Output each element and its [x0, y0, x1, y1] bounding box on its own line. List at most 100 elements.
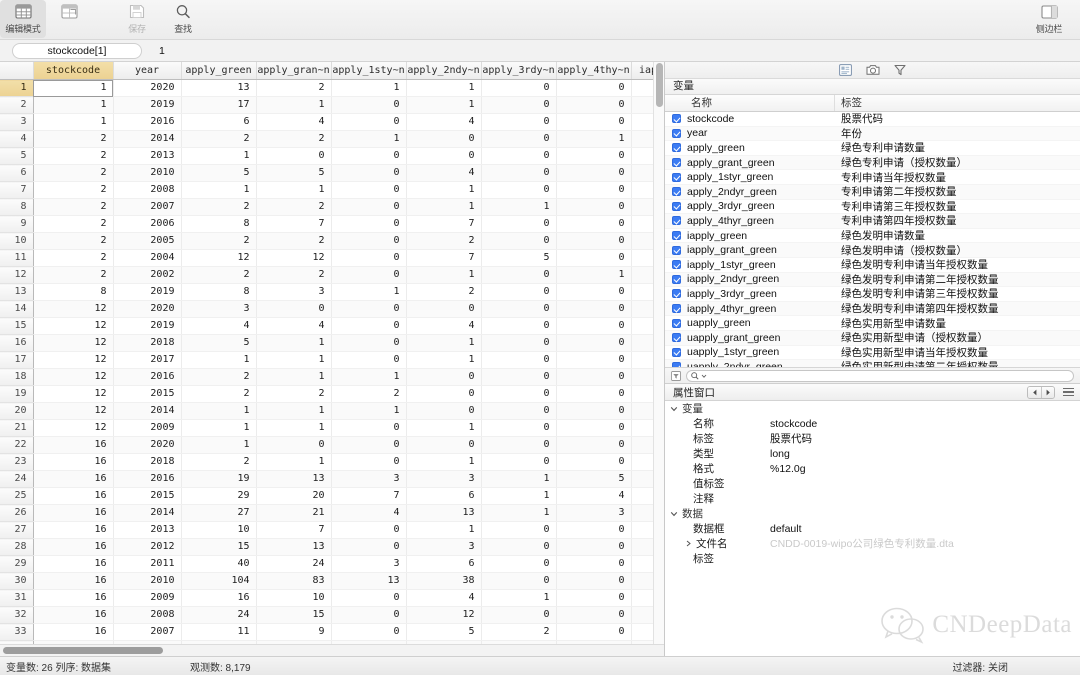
grid-cell[interactable]: 0: [406, 368, 482, 386]
grid-cell[interactable]: 1: [481, 470, 557, 488]
grid-cell[interactable]: 4: [181, 317, 257, 335]
grid-cell[interactable]: 0: [331, 249, 407, 267]
grid-cell[interactable]: 1: [331, 402, 407, 420]
grid-cell[interactable]: 2: [256, 232, 332, 250]
grid-cell[interactable]: 1: [181, 351, 257, 369]
grid-cell[interactable]: 0: [331, 300, 407, 318]
grid-cell[interactable]: 16: [33, 504, 114, 522]
grid-cell[interactable]: 9: [256, 623, 332, 641]
grid-cell[interactable]: 6: [406, 487, 482, 505]
grid-cell[interactable]: 13: [181, 79, 257, 97]
grid-corner-header[interactable]: [0, 62, 34, 80]
sidebar-toggle-button[interactable]: 侧边栏: [1026, 0, 1072, 38]
grid-cell[interactable]: 0: [481, 181, 557, 199]
grid-cell[interactable]: 2010: [113, 572, 182, 590]
grid-row-header[interactable]: 14: [0, 300, 34, 318]
grid-row-header[interactable]: 5: [0, 147, 34, 165]
property-row[interactable]: 数据框 default: [665, 521, 1080, 536]
grid-cell[interactable]: 0: [481, 402, 557, 420]
grid-cell[interactable]: 0: [556, 113, 632, 131]
grid-cell[interactable]: 0: [556, 606, 632, 624]
variable-checkbox[interactable]: [665, 347, 687, 357]
grid-cell[interactable]: 12: [33, 351, 114, 369]
variable-checkbox[interactable]: [665, 128, 687, 138]
grid-cell[interactable]: 1: [406, 351, 482, 369]
grid-row-header[interactable]: 31: [0, 589, 34, 607]
grid-cell[interactable]: 0: [256, 147, 332, 165]
grid-cell[interactable]: 4: [406, 589, 482, 607]
grid-cell[interactable]: 2016: [113, 368, 182, 386]
variable-list-item[interactable]: apply_4thyr_green 专利申请第四年授权数量: [665, 214, 1080, 229]
grid-cell[interactable]: 0: [331, 215, 407, 233]
grid-cell[interactable]: 17: [181, 96, 257, 114]
grid-cell[interactable]: 7: [406, 215, 482, 233]
grid-cell[interactable]: 2: [256, 198, 332, 216]
grid-cell[interactable]: 16: [33, 606, 114, 624]
grid-cell[interactable]: 0: [556, 249, 632, 267]
grid-cell[interactable]: 2: [181, 198, 257, 216]
property-row[interactable]: 格式 %12.0g: [665, 461, 1080, 476]
grid-column-header[interactable]: apply_1sty~n: [331, 62, 407, 80]
table-row[interactable]: 8 2 2007 2 2 0 1 1 0: [0, 198, 664, 216]
grid-cell[interactable]: 1: [331, 368, 407, 386]
variable-checkbox[interactable]: [665, 114, 687, 124]
edit-mode-button[interactable]: 编辑模式: [0, 0, 46, 38]
grid-cell[interactable]: 2011: [113, 555, 182, 573]
grid-cell[interactable]: 11: [181, 623, 257, 641]
grid-cell[interactable]: 2020: [113, 436, 182, 454]
grid-cell[interactable]: 0: [556, 215, 632, 233]
grid-cell[interactable]: 0: [331, 606, 407, 624]
grid-cell[interactable]: 2: [33, 249, 114, 267]
grid-cell[interactable]: 2: [256, 130, 332, 148]
grid-row-header[interactable]: 32: [0, 606, 34, 624]
grid-cell[interactable]: 0: [556, 436, 632, 454]
grid-cell[interactable]: 13: [256, 538, 332, 556]
grid-cell[interactable]: 3: [331, 555, 407, 573]
table-row[interactable]: 22 16 2020 1 0 0 0 0 0: [0, 436, 664, 454]
grid-cell[interactable]: 0: [556, 453, 632, 471]
grid-column-header[interactable]: year: [113, 62, 182, 80]
grid-row-header[interactable]: 23: [0, 453, 34, 471]
grid-cell[interactable]: 2020: [113, 300, 182, 318]
grid-row-header[interactable]: 9: [0, 215, 34, 233]
variable-list-item[interactable]: stockcode 股票代码: [665, 112, 1080, 127]
variable-list-item[interactable]: uapply_1styr_green 绿色实用新型申请当年授权数量: [665, 346, 1080, 361]
grid-cell[interactable]: 0: [481, 351, 557, 369]
grid-cell[interactable]: 2: [481, 623, 557, 641]
grid-cell[interactable]: 2006: [113, 215, 182, 233]
grid-cell[interactable]: 0: [406, 130, 482, 148]
grid-cell[interactable]: 2002: [113, 266, 182, 284]
grid-cell[interactable]: 0: [556, 572, 632, 590]
grid-cell[interactable]: 12: [33, 334, 114, 352]
grid-row-header[interactable]: 6: [0, 164, 34, 182]
grid-cell[interactable]: 1: [256, 351, 332, 369]
grid-cell[interactable]: 3: [181, 300, 257, 318]
grid-cell[interactable]: 2013: [113, 147, 182, 165]
grid-cell[interactable]: 2019: [113, 283, 182, 301]
table-row[interactable]: 29 16 2011 40 24 3 6 0 0: [0, 555, 664, 573]
grid-cell[interactable]: 0: [481, 572, 557, 590]
table-row[interactable]: 11 2 2004 12 12 0 7 5 0: [0, 249, 664, 267]
grid-cell[interactable]: 6: [406, 555, 482, 573]
grid-cell[interactable]: 16: [33, 623, 114, 641]
variable-checkbox[interactable]: [665, 201, 687, 211]
grid-row-header[interactable]: 26: [0, 504, 34, 522]
grid-cell[interactable]: 1: [256, 453, 332, 471]
grid-cell[interactable]: 10: [181, 521, 257, 539]
grid-cell[interactable]: 1: [181, 436, 257, 454]
grid-cell[interactable]: 1: [256, 368, 332, 386]
grid-cell[interactable]: 1: [33, 79, 114, 97]
grid-horizontal-scrollbar[interactable]: [0, 644, 664, 656]
grid-cell[interactable]: 2005: [113, 232, 182, 250]
grid-cell[interactable]: 12: [33, 368, 114, 386]
grid-cell[interactable]: 0: [556, 181, 632, 199]
cell-reference-field[interactable]: stockcode[1]: [12, 42, 142, 59]
grid-cell[interactable]: 4: [331, 504, 407, 522]
grid-cell[interactable]: 16: [33, 470, 114, 488]
grid-cell[interactable]: 2012: [113, 538, 182, 556]
grid-cell[interactable]: 2: [181, 368, 257, 386]
grid-cell[interactable]: 1: [256, 334, 332, 352]
variables-search-input[interactable]: [686, 369, 1074, 382]
table-row[interactable]: 16 12 2018 5 1 0 1 0 0: [0, 334, 664, 352]
variable-checkbox[interactable]: [665, 333, 687, 343]
